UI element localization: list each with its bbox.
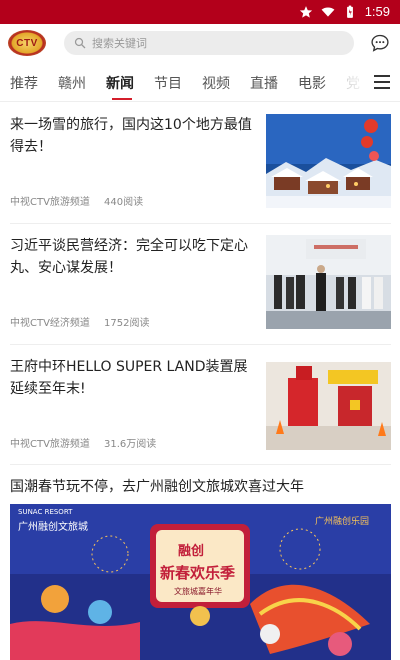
star-icon xyxy=(299,5,312,18)
article-thumbnail-snow-village xyxy=(266,114,391,208)
status-icons: 1:59 xyxy=(299,4,390,19)
banner-brand: 广州融创文旅城 xyxy=(18,522,88,533)
wifi-icon xyxy=(321,6,335,17)
banner-brand-small: SUNAC RESORT xyxy=(18,508,73,516)
status-time: 1:59 xyxy=(364,4,390,19)
article-title: 王府中环HELLO SUPER LAND装置展延续至年末! xyxy=(10,359,248,397)
divider xyxy=(10,464,391,465)
article-thumbnail-meeting xyxy=(266,235,391,329)
article-item[interactable]: 王府中环HELLO SUPER LAND装置展延续至年末! 中视CTV旅游频道 … xyxy=(0,348,400,466)
article-title: 习近平谈民营经济：完全可以吃下定心丸、安心谋发展！ xyxy=(10,238,248,276)
message-icon[interactable] xyxy=(370,33,390,53)
article-source: 中视CTV旅游频道 xyxy=(10,197,90,208)
tab-news[interactable]: 新闻 xyxy=(106,73,134,93)
category-tabs: 推荐 赣州 新闻 节目 视频 直播 电影 党 xyxy=(0,64,400,102)
featured-title: 国潮春节玩不停，去广州融创文旅城欢喜过大年 xyxy=(10,479,304,495)
search-input[interactable]: 搜索关键词 xyxy=(64,31,354,55)
ctv-logo[interactable]: CTV xyxy=(8,30,46,56)
divider xyxy=(0,101,400,102)
divider xyxy=(10,344,391,345)
article-reads: 31.6万阅读 xyxy=(104,439,157,450)
tab-recommend[interactable]: 推荐 xyxy=(10,73,38,93)
article-item[interactable]: 来一场雪的旅行，国内这10个地方最值得去！ 中视CTV旅游频道 440阅读 xyxy=(0,106,400,224)
article-thumbnail-installation xyxy=(266,356,391,450)
search-header: CTV 搜索关键词 xyxy=(0,24,400,64)
featured-banner: SUNAC RESORT 广州融创文旅城 广州融创乐园 融创 新春欢乐季 文旅城… xyxy=(10,504,391,660)
active-tab-indicator xyxy=(112,98,132,100)
tab-live[interactable]: 直播 xyxy=(250,73,278,93)
search-placeholder: 搜索关键词 xyxy=(92,37,147,50)
banner-center-top: 融创 xyxy=(178,544,205,559)
article-title: 来一场雪的旅行，国内这10个地方最值得去！ xyxy=(10,117,252,155)
article-reads: 440阅读 xyxy=(104,197,144,208)
tab-videos[interactable]: 视频 xyxy=(202,73,230,93)
logo-text: CTV xyxy=(16,37,38,49)
tab-ganzhou[interactable]: 赣州 xyxy=(58,73,86,93)
article-source: 中视CTV旅游频道 xyxy=(10,439,90,450)
battery-icon xyxy=(346,5,353,18)
banner-park: 广州融创乐园 xyxy=(314,517,369,527)
article-reads: 1752阅读 xyxy=(104,318,150,329)
article-item[interactable]: 习近平谈民营经济：完全可以吃下定心丸、安心谋发展！ 中视CTV经济频道 1752… xyxy=(0,227,400,345)
banner-center-main: 新春欢乐季 xyxy=(160,564,236,582)
divider xyxy=(10,223,391,224)
status-bar: 1:59 xyxy=(0,0,400,24)
article-source: 中视CTV经济频道 xyxy=(10,318,90,329)
banner-center-sub: 文旅城嘉年华 xyxy=(174,587,222,596)
tab-movies[interactable]: 电影 xyxy=(298,73,326,93)
tabs-fade xyxy=(340,64,370,102)
search-icon xyxy=(74,37,86,49)
menu-icon[interactable] xyxy=(374,75,390,91)
tab-programs[interactable]: 节目 xyxy=(154,73,182,93)
